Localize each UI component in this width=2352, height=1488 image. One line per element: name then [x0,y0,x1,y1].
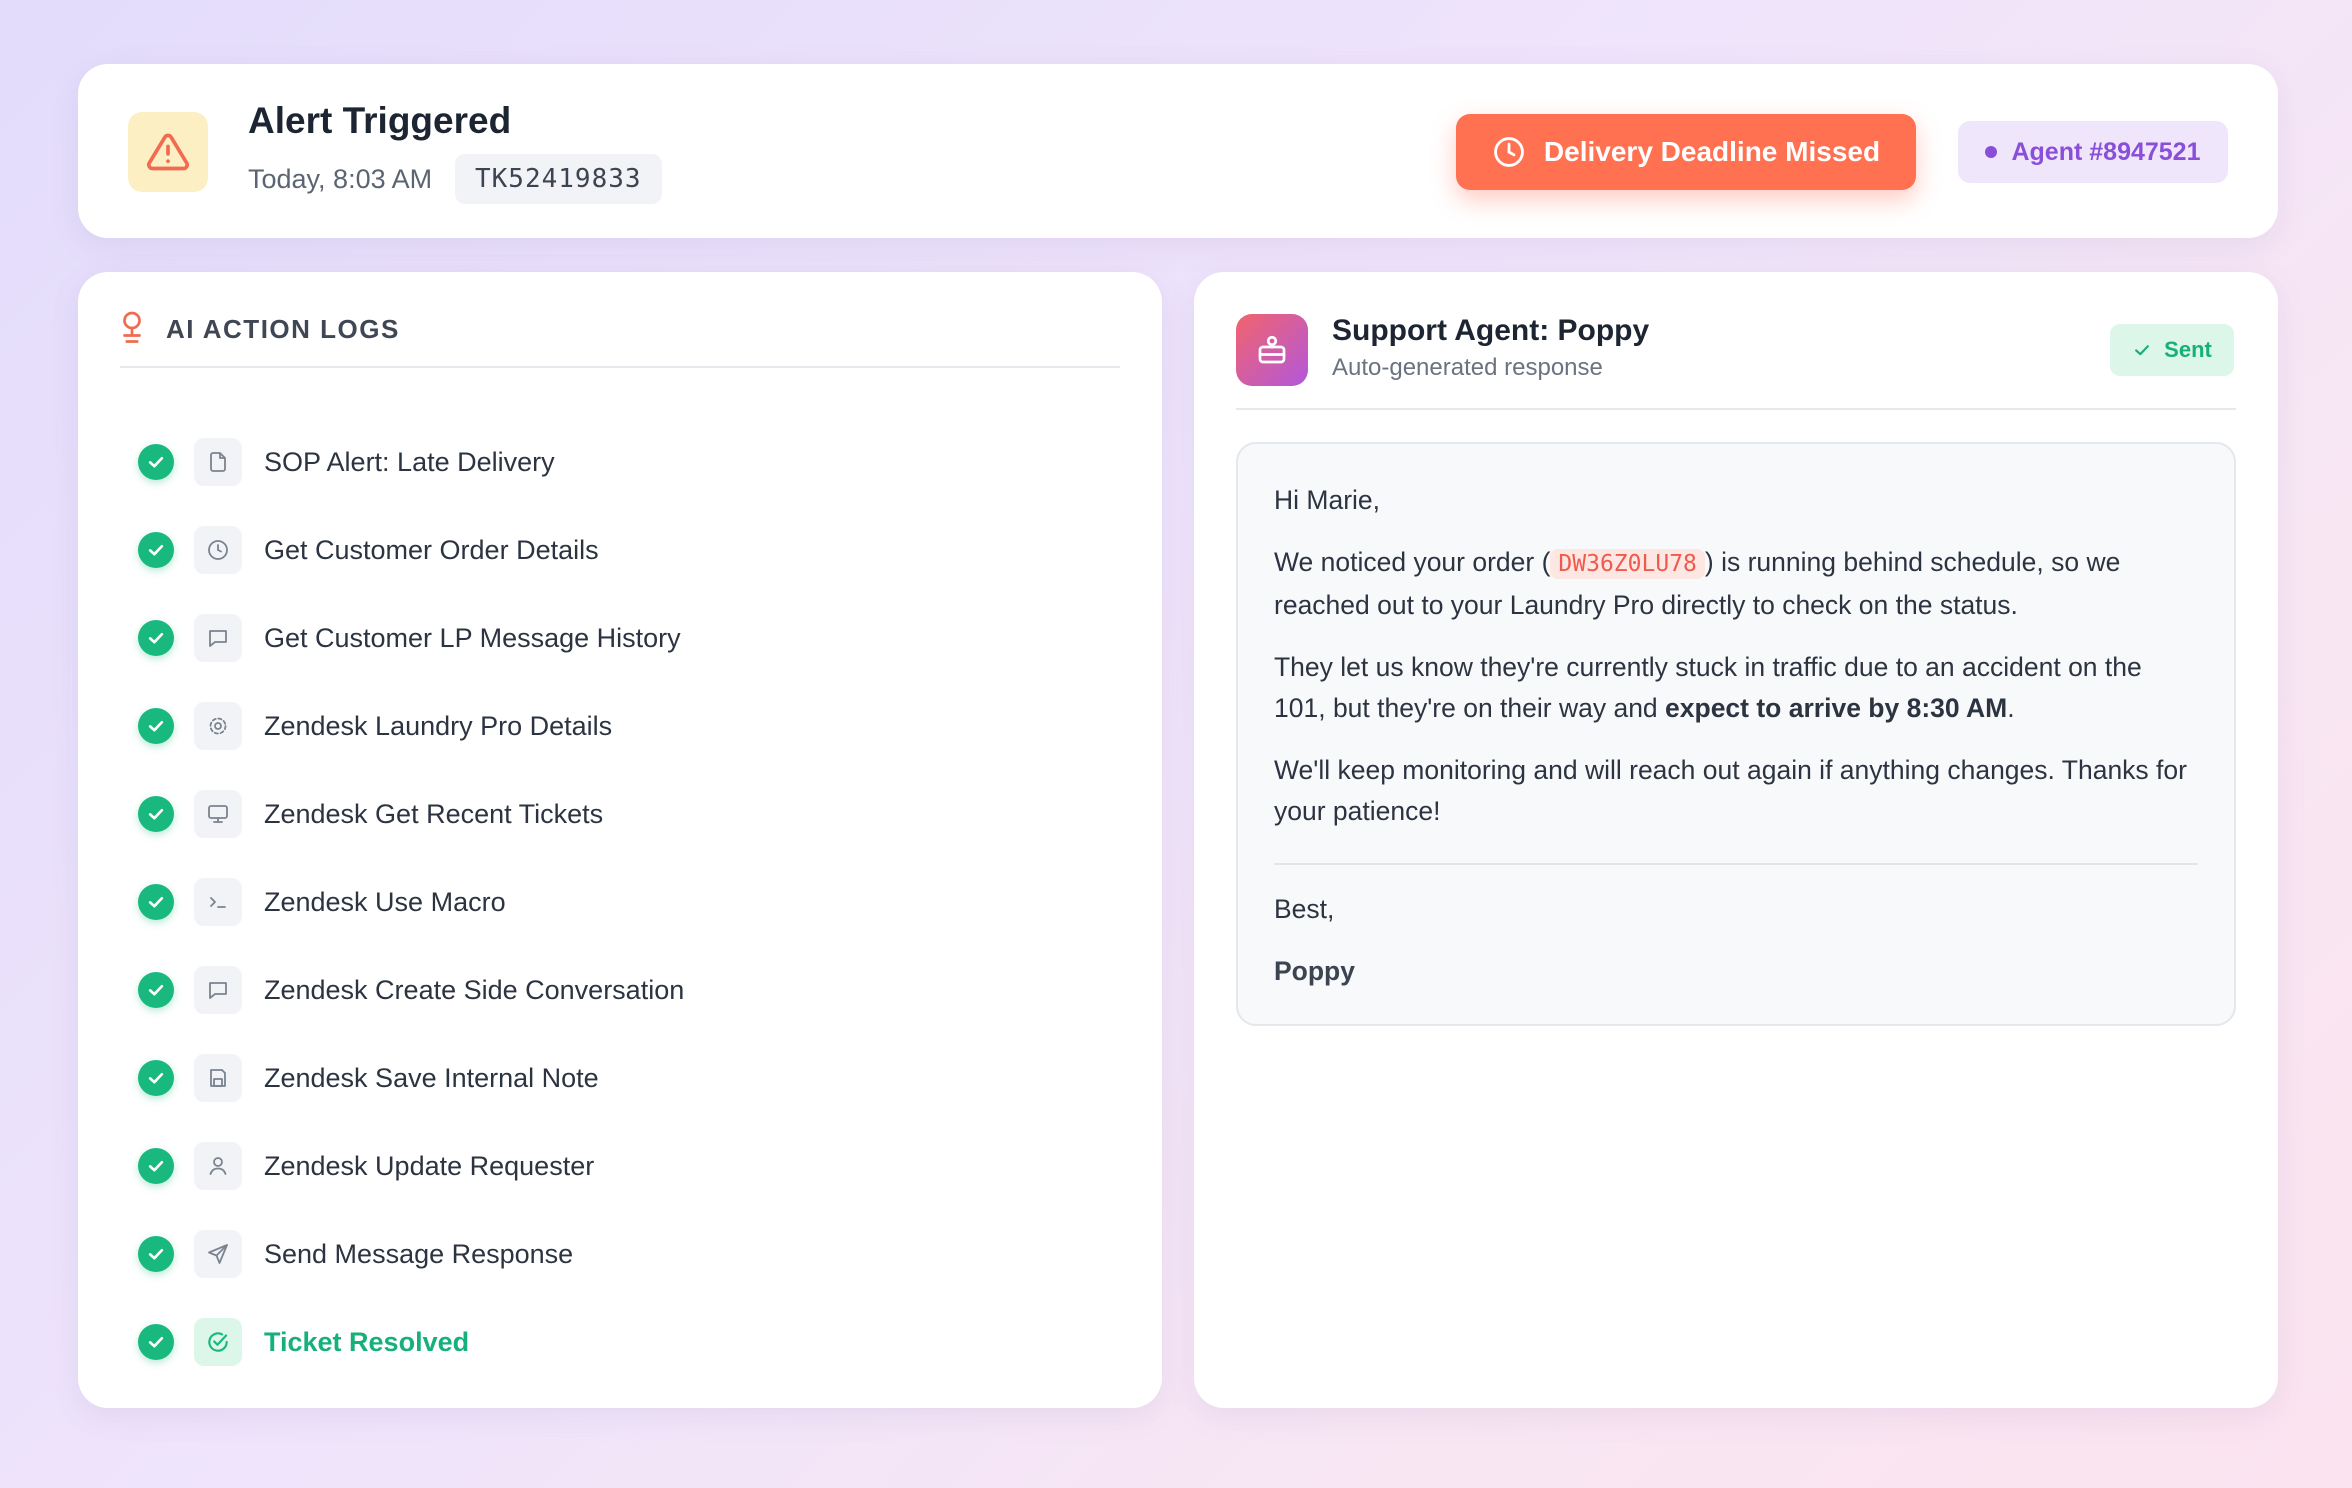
message-paragraph: They let us know they're currently stuck… [1274,652,2142,723]
logs-header: AI ACTION LOGS [120,310,1120,368]
log-item[interactable]: Zendesk Create Side Conversation [138,946,1098,1034]
log-item[interactable]: Zendesk Save Internal Note [138,1034,1098,1122]
log-item-label: Zendesk Create Side Conversation [264,974,685,1005]
eta-highlight: expect to arrive by 8:30 AM [1665,693,2008,723]
message-signature: Poppy [1274,956,1355,986]
alert-header-card: Alert Triggered Today, 8:03 AM TK5241983… [78,64,2278,238]
log-item-label: Send Message Response [264,1238,574,1269]
log-item[interactable]: Zendesk Laundry Pro Details [138,682,1098,770]
check-icon [2135,345,2150,356]
log-item-label: Zendesk Get Recent Tickets [264,798,604,829]
agent-id-label: Agent #8947521 [2011,137,2201,166]
message-icon [194,614,242,662]
warning-triangle-icon [147,133,189,171]
check-circle-icon [194,1318,242,1366]
alert-title: Alert Triggered [248,100,512,141]
agent-id-chip[interactable]: Agent #8947521 [1958,121,2228,183]
agent-name: Support Agent: Poppy [1332,314,1650,347]
log-item[interactable]: SOP Alert: Late Delivery [138,418,1098,506]
log-item-resolved[interactable]: Ticket Resolved [138,1298,1098,1386]
log-item[interactable]: Get Customer LP Message History [138,594,1098,682]
check-icon [138,1324,174,1360]
check-icon [138,708,174,744]
log-item[interactable]: Zendesk Update Requester [138,1122,1098,1210]
check-icon [138,796,174,832]
message-icon [194,966,242,1014]
alert-icon-box [128,112,208,192]
check-icon [138,620,174,656]
log-item[interactable]: Send Message Response [138,1210,1098,1298]
message-paragraph: We'll keep monitoring and will reach out… [1274,755,2187,826]
clock-icon [1494,137,1524,167]
message-greeting: Hi Marie, [1274,485,1381,515]
log-item[interactable]: Get Customer Order Details [138,506,1098,594]
log-item-label: SOP Alert: Late Delivery [264,446,555,477]
send-icon [194,1230,242,1278]
message-paragraph: We noticed your order (DW36Z0LU78) is ru… [1274,547,2121,620]
check-icon [138,1236,174,1272]
robot-icon [1258,335,1286,364]
agent-subtitle: Auto-generated response [1332,354,1603,381]
order-code-chip[interactable]: DW36Z0LU78 [1550,549,1705,579]
logs-title: AI ACTION LOGS [166,314,400,344]
log-item-label: Get Customer LP Message History [264,622,681,653]
log-item-label: Zendesk Update Requester [264,1150,595,1181]
log-item[interactable]: Zendesk Use Macro [138,858,1098,946]
alert-timestamp: Today, 8:03 AM [248,164,433,194]
status-badge-label: Sent [2164,337,2212,362]
log-item[interactable]: Zendesk Get Recent Tickets [138,770,1098,858]
message-signoff: Best, [1274,894,1335,924]
save-icon [194,1054,242,1102]
check-icon [138,972,174,1008]
check-icon [138,1148,174,1184]
log-item-label: Zendesk Save Internal Note [264,1062,599,1093]
lightbulb-icon [123,311,141,343]
check-icon [138,884,174,920]
gear-icon [194,702,242,750]
deadline-button-label: Delivery Deadline Missed [1543,136,1881,167]
ticket-id-chip[interactable]: TK52419833 [455,154,662,204]
agent-status-dot [1985,146,1998,158]
ai-action-logs-panel: AI ACTION LOGS SOP Alert: Late Delivery … [78,272,1162,1408]
status-badge: Sent [2110,324,2234,376]
divider [1274,863,2198,865]
check-icon [138,532,174,568]
log-item-label: Ticket Resolved [264,1326,470,1357]
action-log-list: SOP Alert: Late Delivery Get Customer Or… [138,418,1098,1386]
check-icon [138,444,174,480]
avatar [1236,314,1308,386]
document-icon [194,438,242,486]
monitor-icon [194,790,242,838]
clock-icon [194,526,242,574]
log-item-label: Get Customer Order Details [264,534,599,565]
terminal-icon [194,878,242,926]
user-icon [194,1142,242,1190]
agent-response-panel: Support Agent: Poppy Auto-generated resp… [1194,272,2278,1408]
log-item-label: Zendesk Use Macro [264,886,506,917]
message-body: Hi Marie, We noticed your order (DW36Z0L… [1236,442,2236,1026]
check-icon [138,1060,174,1096]
delivery-deadline-missed-button[interactable]: Delivery Deadline Missed [1456,114,1916,190]
divider [1236,408,2236,410]
log-item-label: Zendesk Laundry Pro Details [264,710,613,741]
